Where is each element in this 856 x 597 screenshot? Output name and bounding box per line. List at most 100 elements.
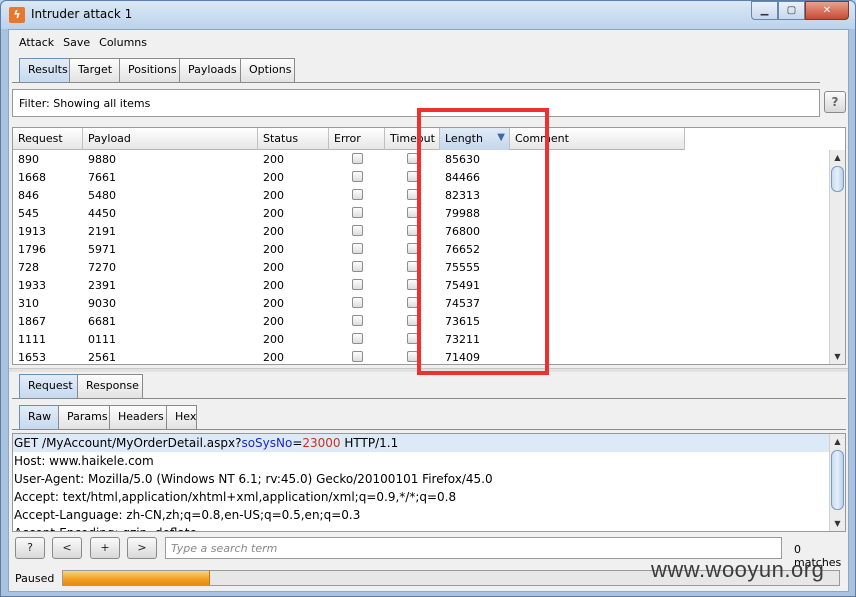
watermark: www.wooyun.org [651, 557, 825, 582]
maximize-button[interactable]: ▢ [778, 1, 805, 20]
cell-status: 200 [263, 153, 284, 166]
cell-payload: 2561 [88, 351, 116, 364]
request-scroll-thumb[interactable] [831, 450, 844, 510]
request-scroll-up-icon[interactable]: ▲ [830, 434, 845, 449]
error-checkbox[interactable] [351, 207, 363, 218]
search-help-icon[interactable]: ? [15, 537, 45, 559]
search-add-button[interactable]: + [90, 537, 120, 559]
menu-attack[interactable]: Attack [19, 36, 54, 49]
progress-fill [63, 571, 211, 585]
main-tabs: Results Target Positions Payloads Option… [19, 58, 295, 82]
error-checkbox[interactable] [351, 261, 363, 272]
error-checkbox[interactable] [351, 189, 363, 200]
col-payload[interactable]: Payload [83, 128, 258, 150]
cell-error [329, 258, 385, 276]
cell-payload: 9880 [88, 153, 116, 166]
tab-hex[interactable]: Hex [166, 405, 197, 429]
cell-payload: 4450 [88, 207, 116, 220]
tab-positions[interactable]: Positions [119, 58, 180, 82]
col-request[interactable]: Request [13, 128, 83, 150]
tab-target[interactable]: Target [69, 58, 120, 82]
tab-request[interactable]: Request [19, 374, 78, 398]
cell-error [329, 150, 385, 168]
cell-error [329, 186, 385, 204]
intruder-window: ϟ Intruder attack 1 ▁ ▢ ✕ Attack Save Co… [0, 0, 856, 597]
tab-response[interactable]: Response [77, 374, 143, 398]
error-checkbox[interactable] [351, 333, 363, 344]
tab-options[interactable]: Options [240, 58, 295, 82]
cell-status: 200 [263, 351, 284, 364]
scroll-thumb[interactable] [831, 166, 844, 192]
cell-error [329, 294, 385, 312]
header-user-agent: User-Agent: Mozilla/5.0 (Windows NT 6.1;… [14, 472, 493, 486]
request-scrollbar[interactable]: ▲ ▼ [829, 434, 845, 531]
cell-request: 310 [18, 297, 39, 310]
cell-payload: 2191 [88, 225, 116, 238]
title-bar[interactable]: ϟ Intruder attack 1 ▁ ▢ ✕ [1, 1, 855, 29]
cell-payload: 7661 [88, 171, 116, 184]
error-checkbox[interactable] [351, 297, 363, 308]
menu-save[interactable]: Save [63, 36, 90, 49]
cell-request: 1111 [18, 333, 46, 346]
results-scrollbar[interactable]: ▲ ▼ [829, 150, 845, 364]
window-title: Intruder attack 1 [31, 7, 133, 21]
cell-error [329, 348, 385, 364]
tab-raw[interactable]: Raw [19, 405, 59, 429]
cell-error [329, 240, 385, 258]
error-checkbox[interactable] [351, 153, 363, 164]
minimize-button[interactable]: ▁ [751, 1, 778, 20]
cell-request: 728 [18, 261, 39, 274]
cell-error [329, 312, 385, 330]
tab-headers[interactable]: Headers [109, 405, 167, 429]
col-status[interactable]: Status [258, 128, 329, 150]
tab-results[interactable]: Results [19, 58, 70, 82]
header-host: Host: www.haikele.com [14, 454, 154, 468]
cell-payload: 5480 [88, 189, 116, 202]
error-checkbox[interactable] [351, 315, 363, 326]
cell-status: 200 [263, 333, 284, 346]
header-accept-encoding: Accept-Encoding: gzip, deflate [13, 524, 845, 531]
filter-help-icon[interactable]: ? [824, 91, 846, 113]
scroll-down-icon[interactable]: ▼ [830, 349, 845, 364]
raw-request-editor[interactable]: GET /MyAccount/MyOrderDetail.aspx?soSysN… [12, 433, 846, 532]
header-accept: Accept: text/html,application/xhtml+xml,… [14, 490, 457, 504]
error-checkbox[interactable] [351, 243, 363, 254]
tab-params[interactable]: Params [58, 405, 110, 429]
search-next-button[interactable]: > [127, 537, 157, 559]
http-version: HTTP/1.1 [340, 436, 399, 450]
col-error[interactable]: Error [329, 128, 385, 150]
cell-status: 200 [263, 189, 284, 202]
cell-status: 200 [263, 207, 284, 220]
cell-payload: 6681 [88, 315, 116, 328]
cell-request: 1913 [18, 225, 46, 238]
cell-status: 200 [263, 297, 284, 310]
error-checkbox[interactable] [351, 351, 363, 362]
cell-error [329, 276, 385, 294]
cell-payload: 0111 [88, 333, 116, 346]
search-prev-button[interactable]: < [52, 537, 82, 559]
menu-bar: Attack Save Columns [9, 30, 848, 54]
cell-status: 200 [263, 171, 284, 184]
filter-bar[interactable]: Filter: Showing all items [12, 89, 820, 117]
error-checkbox[interactable] [351, 225, 363, 236]
cell-status: 200 [263, 261, 284, 274]
cell-status: 200 [263, 279, 284, 292]
burp-app-icon: ϟ [9, 7, 25, 23]
cell-request: 1653 [18, 351, 46, 364]
cell-error [329, 222, 385, 240]
cell-request: 1933 [18, 279, 46, 292]
request-scroll-down-icon[interactable]: ▼ [830, 516, 845, 531]
error-checkbox[interactable] [351, 279, 363, 290]
error-checkbox[interactable] [351, 171, 363, 182]
payload-param-value: 23000 [302, 436, 341, 450]
cell-request: 846 [18, 189, 39, 202]
menu-columns[interactable]: Columns [99, 36, 147, 49]
search-input[interactable] [165, 537, 782, 559]
tab-payloads[interactable]: Payloads [179, 58, 241, 82]
cell-payload: 7270 [88, 261, 116, 274]
cell-payload: 2391 [88, 279, 116, 292]
cell-request: 890 [18, 153, 39, 166]
cell-status: 200 [263, 315, 284, 328]
scroll-up-icon[interactable]: ▲ [830, 150, 845, 165]
close-button[interactable]: ✕ [805, 1, 849, 20]
